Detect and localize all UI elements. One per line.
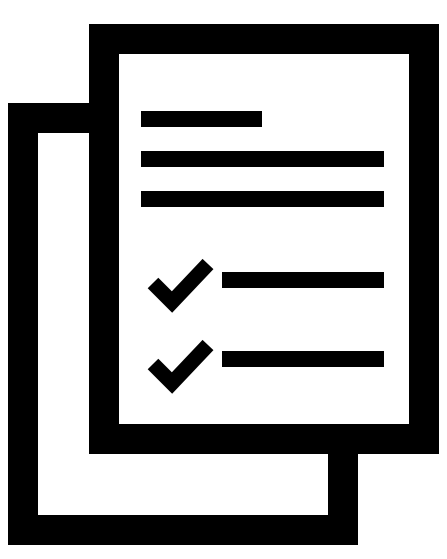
front-page-outline xyxy=(89,24,439,454)
document-checklist-svg xyxy=(8,24,439,545)
document-checklist-icon xyxy=(0,0,447,559)
